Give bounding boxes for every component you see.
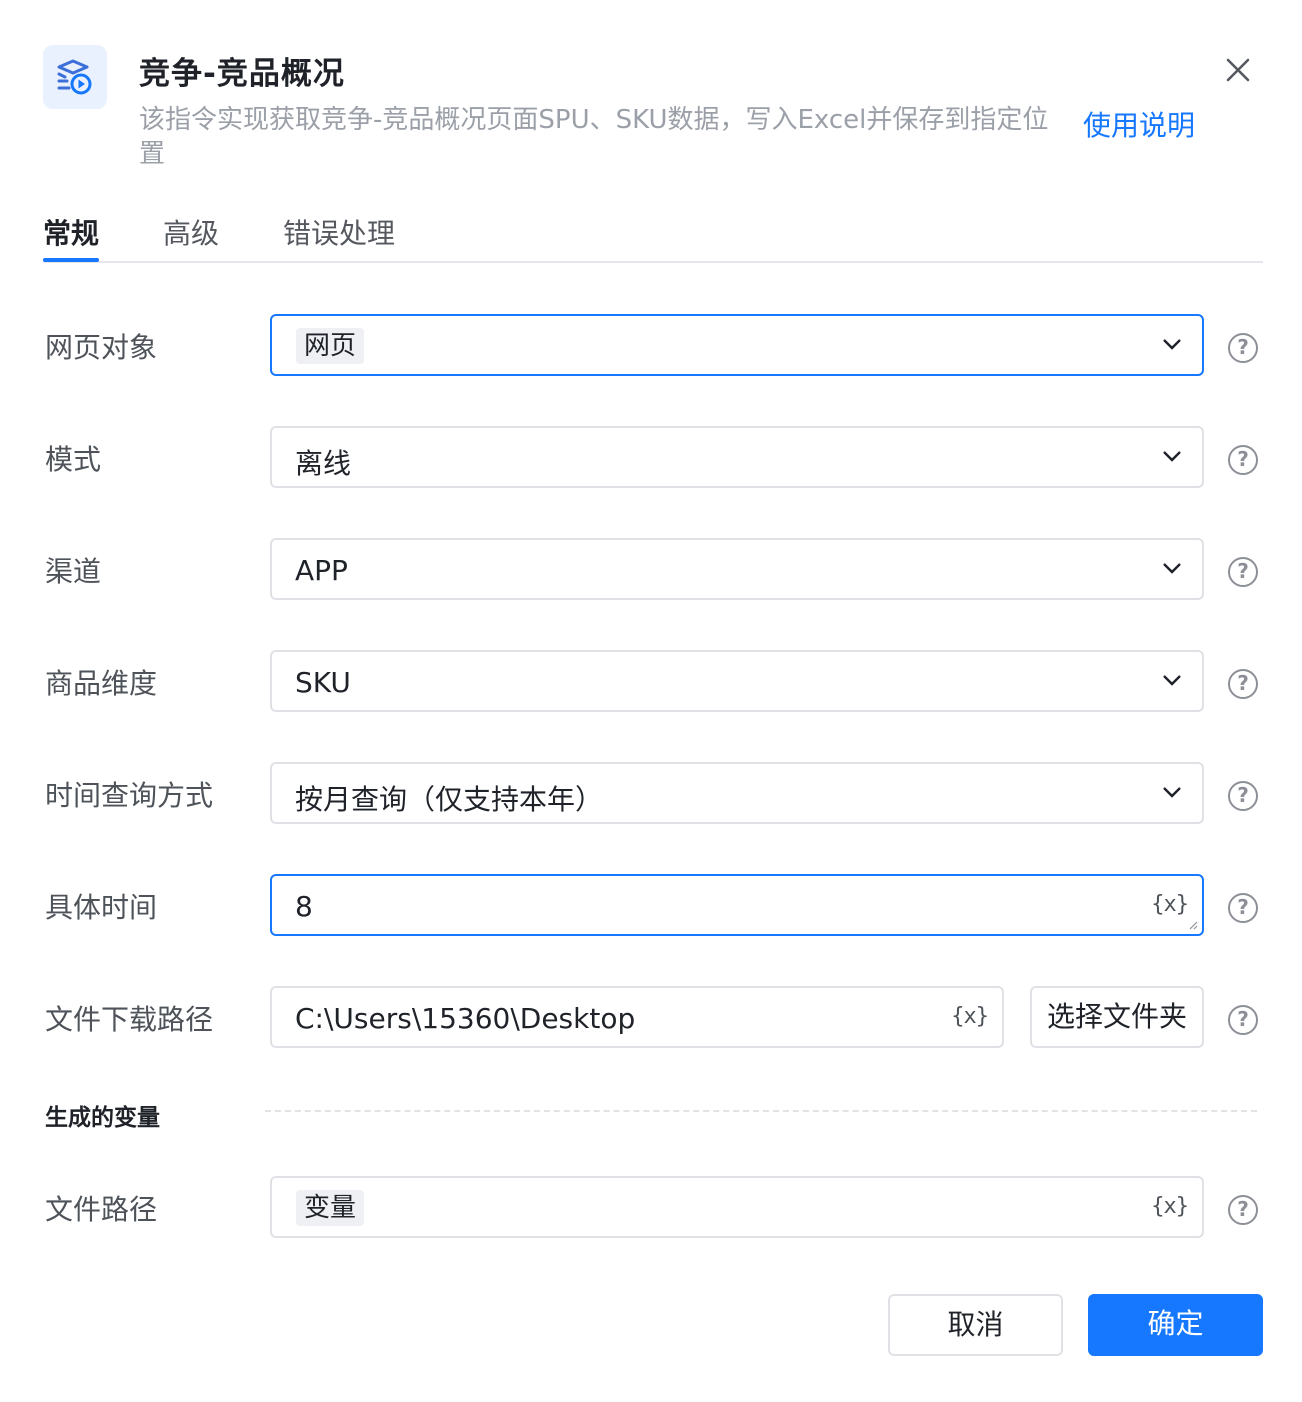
chevron-down-icon: [1163, 451, 1181, 462]
web-object-chip: 网页: [296, 328, 365, 364]
dialog-description: 该指令实现获取竞争-竞品概况页面SPU、SKU数据，写入Excel并保存到指定位…: [139, 105, 1049, 169]
channel-select[interactable]: APP: [270, 538, 1204, 600]
insert-variable-button[interactable]: {x}: [1151, 1194, 1189, 1219]
time-query-select[interactable]: 按月查询（仅支持本年）: [270, 762, 1204, 824]
time-query-label: 时间查询方式: [45, 779, 214, 812]
download-path-label: 文件下载路径: [45, 1003, 214, 1036]
help-icon[interactable]: ?: [1228, 669, 1258, 699]
dimension-select[interactable]: SKU: [270, 650, 1204, 712]
resize-handle-icon[interactable]: [1188, 920, 1198, 930]
command-icon: [43, 45, 107, 109]
channel-label: 渠道: [45, 555, 102, 588]
dimension-value: SKU: [295, 666, 351, 699]
download-path-value: C:\Users\15360\Desktop: [295, 1002, 636, 1035]
help-icon[interactable]: ?: [1228, 333, 1258, 363]
chevron-down-icon: [1163, 675, 1181, 686]
variable-chip: 变量: [296, 1190, 365, 1226]
specific-time-input[interactable]: 8 {x}: [270, 874, 1204, 936]
tab-general[interactable]: 常规: [43, 212, 100, 262]
mode-label: 模式: [45, 443, 102, 476]
time-query-value: 按月查询（仅支持本年）: [295, 783, 604, 816]
help-icon[interactable]: ?: [1228, 1195, 1258, 1225]
chevron-down-icon: [1163, 787, 1181, 798]
output-section-title: 生成的变量: [45, 1105, 160, 1131]
help-icon[interactable]: ?: [1228, 445, 1258, 475]
help-icon[interactable]: ?: [1228, 1005, 1258, 1035]
mode-select[interactable]: 离线: [270, 426, 1204, 488]
tab-advanced[interactable]: 高级: [163, 212, 219, 252]
cancel-button[interactable]: 取消: [888, 1294, 1063, 1356]
dimension-label: 商品维度: [45, 667, 158, 700]
dialog-title: 竞争-竞品概况: [139, 56, 345, 92]
chevron-down-icon: [1163, 339, 1181, 350]
specific-time-value: 8: [295, 890, 313, 923]
tab-error-handling[interactable]: 错误处理: [283, 212, 395, 252]
web-object-label: 网页对象: [45, 331, 158, 364]
insert-variable-button[interactable]: {x}: [951, 1004, 989, 1029]
help-icon[interactable]: ?: [1228, 557, 1258, 587]
channel-value: APP: [295, 554, 348, 587]
web-object-select[interactable]: 网页: [270, 314, 1204, 376]
mode-value: 离线: [295, 447, 352, 480]
download-path-input[interactable]: C:\Users\15360\Desktop {x}: [270, 986, 1004, 1048]
select-folder-button[interactable]: 选择文件夹: [1030, 986, 1204, 1048]
help-icon[interactable]: ?: [1228, 893, 1258, 923]
specific-time-label: 具体时间: [45, 891, 158, 924]
close-icon[interactable]: [1220, 52, 1256, 88]
help-icon[interactable]: ?: [1228, 781, 1258, 811]
usage-guide-link[interactable]: 使用说明: [1083, 104, 1195, 144]
tab-bar: 常规 高级 错误处理: [43, 208, 1263, 263]
insert-variable-button[interactable]: {x}: [1151, 892, 1189, 917]
chevron-down-icon: [1163, 563, 1181, 574]
section-divider: [265, 1110, 1257, 1112]
file-path-label: 文件路径: [45, 1193, 158, 1226]
file-path-output[interactable]: 变量 {x}: [270, 1176, 1204, 1238]
command-dialog: 竞争-竞品概况 该指令实现获取竞争-竞品概况页面SPU、SKU数据，写入Exce…: [0, 0, 1302, 1402]
confirm-button[interactable]: 确定: [1088, 1294, 1263, 1356]
